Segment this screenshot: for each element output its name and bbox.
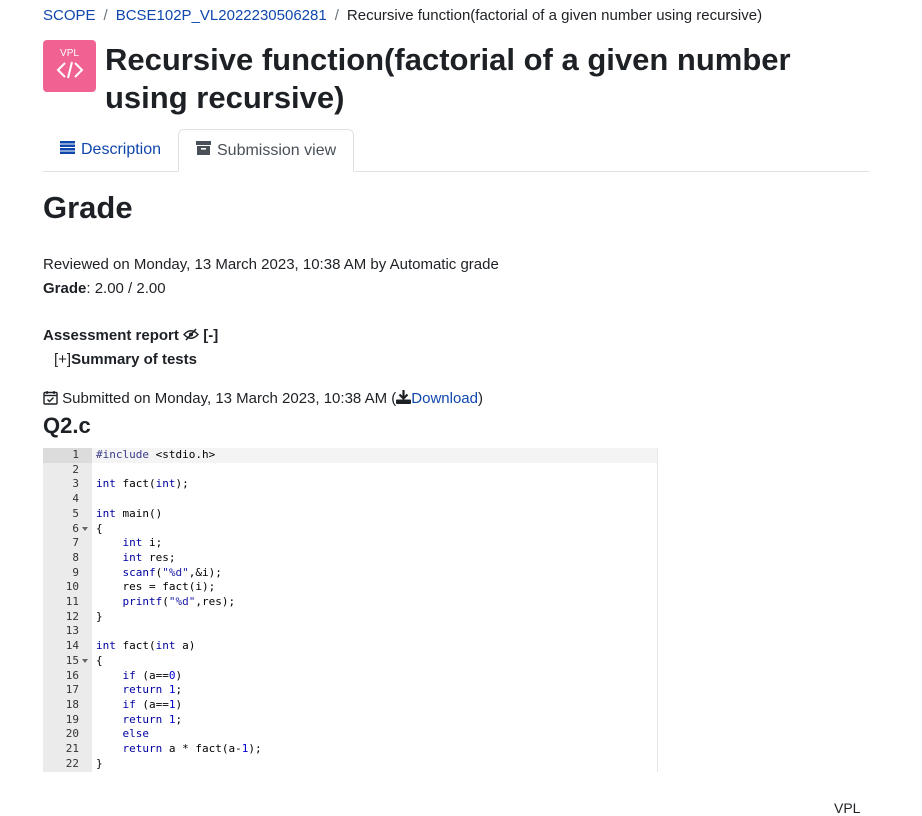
line-number: 10 [65,580,79,594]
code-line: return 1; [122,712,183,726]
breadcrumb-separator: / [103,7,108,24]
code-line: if (a==1) [122,697,183,711]
assessment-report-title: Assessment report [43,327,179,344]
code-line: res = fact(i); [96,580,216,594]
line-number: 2 [72,462,79,476]
code-line: int main() [96,506,163,520]
code-line: #include <stdio.h> [96,448,216,461]
grade-label: Grade [43,280,87,297]
download-icon [396,390,412,407]
code-line: int res; [122,550,176,564]
close-paren: ) [477,390,483,407]
line-number: 21 [65,742,79,755]
tab-description[interactable]: Description [43,129,178,171]
line-number: 4 [72,492,79,506]
grade-value: : 2.00 / 2.00 [86,280,166,297]
line-number: 16 [65,668,79,682]
summary-of-tests[interactable]: [+]Summary of tests [54,351,197,368]
assessment-collapse-toggle[interactable]: [-] [203,327,218,344]
submitted-info: Submitted on Monday, 13 March 2023, 10:3… [43,390,483,407]
line-number: 1 [43,448,92,463]
line-number: 8 [72,550,79,564]
line-number: 9 [72,565,79,579]
tab-description-label: Description [81,141,162,158]
code-line: printf("%d",res); [122,595,236,608]
tab-submission-view-label: Submission view [217,141,337,159]
fold-toggle-icon[interactable] [82,658,88,663]
grade-line: Grade: 2.00 / 2.00 [43,280,166,297]
code-line: { [96,521,103,535]
code-line: } [96,756,103,770]
line-number: 6 [72,521,79,535]
download-label: Download [411,390,478,407]
breadcrumb: SCOPE / BCSE102P_VL2022230506281 / Recursive… [43,7,762,24]
tab-bar: Description Submission view [43,129,869,172]
breadcrumb-item-current: Recursive function(factorial of a given … [346,7,763,24]
code-line: if (a==0) [122,668,183,682]
breadcrumb-item-scope[interactable]: SCOPE [43,7,96,24]
summary-expand-toggle[interactable]: [+] [54,351,71,368]
file-name: Q2.c [43,413,91,438]
code-line: { [96,653,103,667]
code-line: } [96,609,103,623]
code-brackets-icon [56,61,83,79]
calendar-check-icon [43,390,62,407]
download-link[interactable]: Download [396,390,478,407]
line-number: 13 [65,624,79,638]
code-line: scanf("%d",&i); [122,565,222,579]
reviewed-text: Reviewed on Monday, 13 March 2023, 10:38… [43,256,499,273]
line-number: 11 [65,595,79,608]
code-line: else [122,727,150,741]
fold-toggle-icon[interactable] [82,526,88,531]
code-line: return 1; [122,683,183,697]
line-number: 7 [72,536,79,550]
page-title: Recursive function(factorial of a given … [105,42,791,115]
vpl-activity-icon: VPL [43,40,96,92]
line-number: 22 [65,756,79,770]
tab-submission-view[interactable]: Submission view [178,129,355,172]
line-number: 15 [65,653,79,667]
line-number: 3 [72,477,79,491]
code-viewer[interactable]: 1 2 3 4 5 6 7 8 9 10 11 12 13 14 15 16 17 18 19 20 21 22 #inc… [43,448,658,772]
code-line: int i; [122,536,163,550]
assessment-report-header: Assessment report [-] [43,327,218,344]
breadcrumb-separator: / [334,7,339,24]
line-number: 20 [65,727,79,741]
line-number: 17 [65,683,79,697]
eye-slash-icon[interactable] [183,327,203,344]
line-number: 12 [65,609,79,623]
summary-of-tests-label: Summary of tests [71,351,197,368]
submitted-text: Submitted on Monday, 13 March 2023, 10:3… [62,390,397,407]
grade-heading: Grade [43,190,133,225]
line-number: 5 [72,506,79,520]
breadcrumb-item-course[interactable]: BCSE102P_VL2022230506281 [116,7,327,24]
line-number: 19 [65,712,79,726]
code-line: int fact(int); [96,477,189,491]
line-number: 14 [65,639,79,653]
code-line: int fact(int a) [96,639,196,653]
code-line: return a * fact(a-1); [122,742,262,755]
line-number: 18 [65,697,79,711]
archive-box-icon [196,141,211,160]
vpl-logo-text: VPL [60,48,79,59]
list-icon [60,141,75,159]
